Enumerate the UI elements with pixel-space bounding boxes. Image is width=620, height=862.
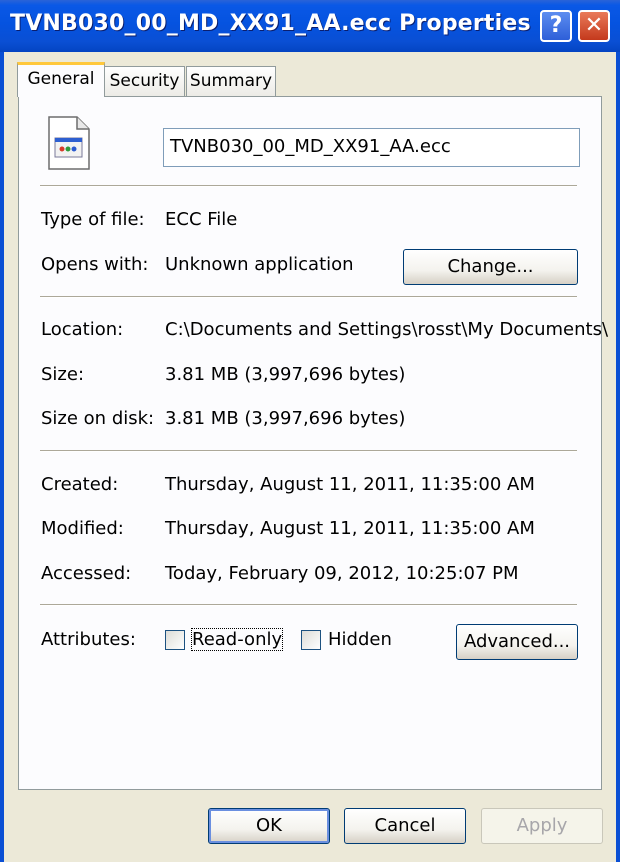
modified-value: Thursday, August 11, 2011, 11:35:00 AM — [165, 518, 535, 539]
title-bar[interactable]: TVNB030_00_MD_XX91_AA.ecc Properties ? ✕ — [0, 0, 620, 52]
help-button[interactable]: ? — [540, 10, 572, 42]
tab-label: General — [27, 69, 95, 89]
file-icon — [48, 116, 90, 170]
close-icon: ✕ — [584, 13, 604, 38]
help-icon: ? — [549, 13, 563, 38]
window-frame-left — [0, 52, 4, 862]
created-label: Created: — [41, 474, 119, 495]
read-only-checkbox[interactable] — [165, 630, 185, 650]
window-title: TVNB030_00_MD_XX91_AA.ecc Properties — [10, 11, 531, 36]
accessed-value: Today, February 09, 2012, 10:25:07 PM — [165, 563, 519, 584]
advanced-button[interactable]: Advanced... — [456, 624, 578, 660]
apply-button[interactable]: Apply — [481, 808, 603, 844]
divider — [40, 296, 577, 298]
divider — [40, 450, 577, 452]
apply-button-label: Apply — [516, 815, 568, 836]
properties-dialog: TVNB030_00_MD_XX91_AA.ecc Properties ? ✕… — [0, 0, 620, 862]
attributes-label: Attributes: — [41, 629, 136, 650]
file-name-input[interactable]: TVNB030_00_MD_XX91_AA.ecc — [163, 128, 580, 167]
type-of-file-value: ECC File — [165, 209, 238, 230]
tab-label: Summary — [189, 71, 273, 91]
change-button[interactable]: Change... — [403, 249, 578, 285]
tab-summary[interactable]: Summary — [186, 66, 276, 96]
read-only-label[interactable]: Read-only — [190, 628, 284, 651]
hidden-checkbox[interactable] — [301, 630, 321, 650]
window-frame-right — [616, 52, 620, 862]
tab-general[interactable]: General — [17, 62, 105, 97]
opens-with-label: Opens with: — [41, 254, 149, 275]
close-button[interactable]: ✕ — [578, 10, 610, 42]
cancel-button[interactable]: Cancel — [344, 808, 466, 844]
divider — [40, 604, 577, 606]
size-on-disk-value: 3.81 MB (3,997,696 bytes) — [165, 408, 406, 429]
hidden-label[interactable]: Hidden — [328, 629, 392, 650]
created-value: Thursday, August 11, 2011, 11:35:00 AM — [165, 474, 535, 495]
modified-label: Modified: — [41, 518, 124, 539]
ok-button-label: OK — [256, 815, 282, 836]
change-button-label: Change... — [447, 256, 534, 277]
size-label: Size: — [41, 364, 85, 385]
size-value: 3.81 MB (3,997,696 bytes) — [165, 364, 406, 385]
tab-label: Security — [109, 71, 180, 91]
location-label: Location: — [41, 319, 124, 340]
tab-security[interactable]: Security — [104, 66, 185, 96]
accessed-label: Accessed: — [41, 563, 132, 584]
ok-button[interactable]: OK — [208, 808, 330, 844]
type-of-file-label: Type of file: — [41, 209, 145, 230]
divider — [40, 185, 577, 187]
opens-with-value: Unknown application — [165, 254, 354, 275]
advanced-button-label: Advanced... — [463, 631, 571, 652]
location-value: C:\Documents and Settings\rosst\My Docum… — [165, 319, 609, 340]
size-on-disk-label: Size on disk: — [41, 408, 155, 429]
general-panel — [18, 96, 602, 790]
cancel-button-label: Cancel — [374, 815, 436, 836]
